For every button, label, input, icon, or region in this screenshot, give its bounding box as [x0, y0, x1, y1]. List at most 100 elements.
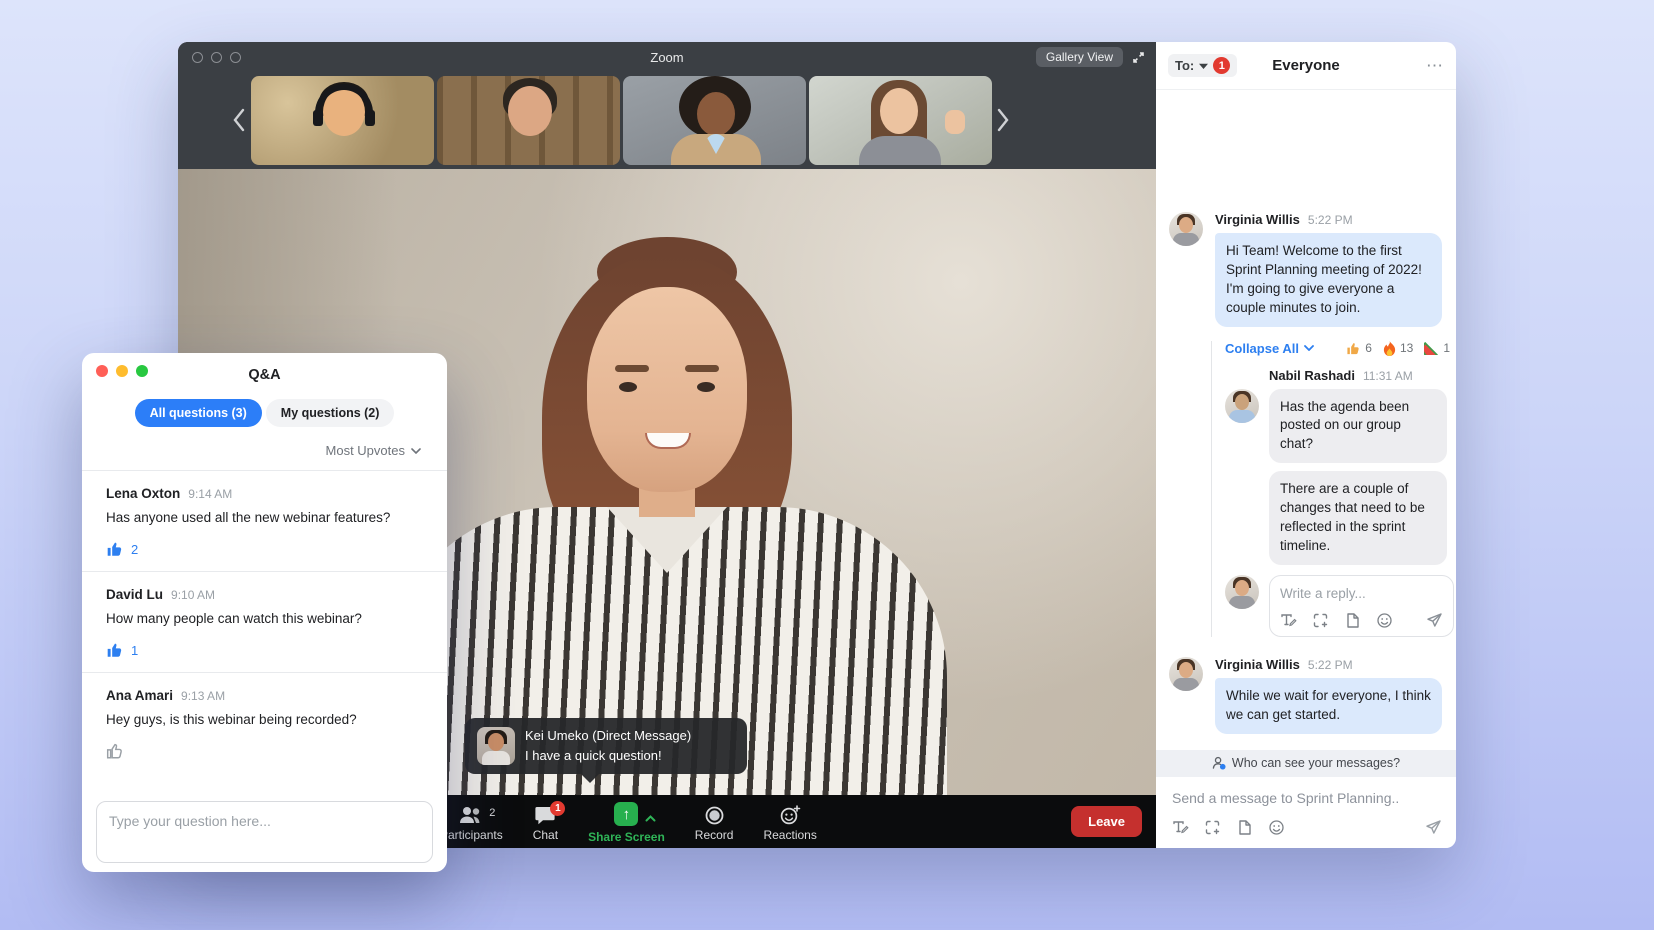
avatar	[1225, 575, 1259, 609]
emoji-icon[interactable]	[1268, 819, 1285, 836]
question-time: 9:13 AM	[181, 689, 225, 703]
collapse-all-label: Collapse All	[1225, 341, 1299, 356]
message-time: 11:31 AM	[1363, 369, 1413, 383]
message-time: 5:22 PM	[1308, 213, 1353, 227]
person-privacy-icon	[1212, 756, 1226, 770]
format-text-icon[interactable]	[1172, 819, 1189, 836]
participant-film-strip	[178, 72, 1156, 169]
sort-dropdown[interactable]: Most Upvotes	[82, 427, 447, 470]
record-icon	[705, 806, 724, 825]
window-titlebar: Zoom Gallery View	[178, 42, 1156, 72]
message-bubble: Has the agenda been posted on our group …	[1269, 389, 1447, 464]
reply-composer	[1225, 575, 1456, 637]
message-bubble: There are a couple of changes that need …	[1269, 471, 1447, 565]
leave-button[interactable]: Leave	[1071, 806, 1142, 837]
watermelon-reaction[interactable]: 1	[1424, 341, 1450, 356]
chat-message: Virginia Willis 5:22 PM Hi Team! Welcome…	[1156, 212, 1456, 327]
qa-minimize-button[interactable]	[116, 365, 128, 377]
chat-message-list: Virginia Willis 5:22 PM Hi Team! Welcome…	[1156, 90, 1456, 848]
upvote-button[interactable]: 2	[106, 540, 423, 558]
upvote-count: 1	[131, 643, 138, 658]
tab-all-questions[interactable]: All questions (3)	[135, 399, 262, 427]
toast-avatar	[477, 727, 515, 765]
record-button[interactable]: Record	[695, 799, 734, 842]
emoji-icon[interactable]	[1376, 612, 1393, 629]
reactions-label: Reactions	[763, 828, 816, 842]
thumbs-up-reaction[interactable]: 6	[1346, 341, 1372, 356]
question-text: Has anyone used all the new webinar feat…	[106, 510, 423, 525]
chat-message: Virginia Willis 5:22 PM While we wait fo…	[1156, 657, 1456, 734]
participant-video-1[interactable]	[251, 76, 434, 165]
unread-badge: 1	[1213, 57, 1230, 74]
chat-label: Chat	[533, 828, 558, 842]
avatar	[1169, 212, 1203, 246]
chat-panel: Everyone To: 1 ⋯ Virginia Willis	[1156, 42, 1456, 848]
participants-count: 2	[489, 807, 495, 819]
message-time: 5:22 PM	[1308, 658, 1353, 672]
qa-question: Lena Oxton 9:14 AM Has anyone used all t…	[82, 470, 447, 571]
message-thread: Collapse All 6 13	[1211, 341, 1456, 637]
toast-message: I have a quick question!	[525, 746, 691, 766]
participant-video-2[interactable]	[437, 76, 620, 165]
direct-message-toast[interactable]: Kei Umeko (Direct Message) I have a quic…	[465, 718, 747, 774]
screenshot-icon[interactable]	[1312, 612, 1329, 629]
thumbs-up-icon	[106, 540, 124, 558]
collapse-all-link[interactable]: Collapse All	[1225, 341, 1314, 356]
chat-more-options-icon[interactable]: ⋯	[1426, 56, 1444, 76]
qa-maximize-button[interactable]	[136, 365, 148, 377]
question-author: Ana Amari	[106, 688, 173, 703]
message-bubble: While we wait for everyone, I think we c…	[1215, 678, 1442, 734]
reply-input[interactable]	[1280, 586, 1443, 601]
chat-header: Everyone To: 1 ⋯	[1156, 42, 1456, 90]
qa-question-input[interactable]	[109, 813, 420, 851]
fullscreen-expand-icon[interactable]	[1131, 50, 1146, 65]
file-attach-icon[interactable]	[1344, 612, 1361, 629]
reactions-icon	[780, 805, 801, 825]
sender-name: Virginia Willis	[1215, 657, 1300, 672]
participant-video-4[interactable]	[809, 76, 992, 165]
gallery-view-button[interactable]: Gallery View	[1036, 47, 1123, 67]
avatar	[1225, 389, 1259, 423]
strip-previous-icon[interactable]	[232, 108, 246, 132]
participants-icon	[459, 806, 483, 824]
chat-message-input[interactable]	[1172, 790, 1440, 806]
share-screen-icon: ↑	[614, 802, 638, 826]
privacy-note[interactable]: Who can see your messages?	[1156, 750, 1456, 777]
question-text: Hey guys, is this webinar being recorded…	[106, 712, 423, 727]
qa-titlebar: Q&A	[82, 353, 447, 393]
share-options-chevron-icon[interactable]	[645, 811, 656, 825]
send-message-icon[interactable]	[1425, 819, 1442, 836]
format-text-icon[interactable]	[1280, 612, 1297, 629]
qa-question: David Lu 9:10 AM How many people can wat…	[82, 571, 447, 672]
reaction-count: 6	[1365, 341, 1372, 355]
sort-label: Most Upvotes	[326, 443, 405, 458]
strip-next-icon[interactable]	[996, 108, 1010, 132]
desktop-background: Zoom Gallery View	[0, 0, 1654, 930]
share-screen-button[interactable]: ↑ Share Screen	[588, 799, 665, 844]
chat-button[interactable]: 1 Chat	[533, 799, 558, 842]
chevron-down-icon	[411, 448, 421, 454]
reactions-button[interactable]: Reactions	[763, 799, 816, 842]
qa-close-button[interactable]	[96, 365, 108, 377]
upvote-button[interactable]	[106, 742, 423, 760]
participant-video-3[interactable]	[623, 76, 806, 165]
sender-name: Nabil Rashadi	[1269, 368, 1355, 383]
thumbs-up-icon	[106, 641, 124, 659]
participants-label: Participants	[440, 828, 503, 842]
speaker-portrait	[357, 235, 977, 795]
avatar	[1169, 657, 1203, 691]
screenshot-icon[interactable]	[1204, 819, 1221, 836]
question-author: Lena Oxton	[106, 486, 180, 501]
window-title: Zoom	[178, 50, 1156, 65]
upvote-button[interactable]: 1	[106, 641, 423, 659]
tab-my-questions[interactable]: My questions (2)	[266, 399, 395, 427]
reaction-list: 6 13 1	[1346, 341, 1450, 356]
file-attach-icon[interactable]	[1236, 819, 1253, 836]
qa-window: Q&A All questions (3) My questions (2) M…	[82, 353, 447, 872]
participants-button[interactable]: 2 Participants	[440, 799, 503, 842]
send-reply-icon[interactable]	[1426, 612, 1443, 629]
thread-message: Has the agenda been posted on our group …	[1225, 389, 1456, 464]
fire-reaction[interactable]: 13	[1383, 341, 1413, 356]
question-time: 9:10 AM	[171, 588, 215, 602]
recipient-selector[interactable]: To: 1	[1168, 54, 1237, 77]
